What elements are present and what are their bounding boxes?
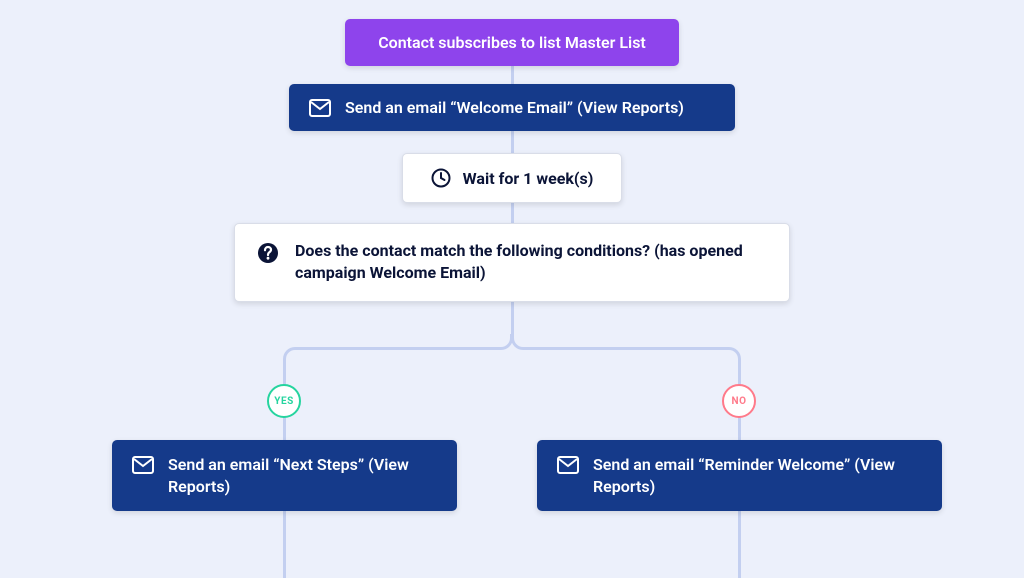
branch-yes-pill: YES	[267, 384, 301, 418]
connector-horizontal	[524, 347, 728, 350]
branch-no-label: NO	[732, 396, 747, 407]
automation-flowchart: YES NO Contact subscribes to list Master…	[0, 0, 1024, 577]
trigger-label: Contact subscribes to list Master List	[378, 33, 646, 52]
trigger-node[interactable]: Contact subscribes to list Master List	[345, 19, 679, 66]
branch-yes-label: YES	[274, 396, 293, 407]
branch-no-pill: NO	[722, 384, 756, 418]
wait-label: Wait for 1 week(s)	[463, 169, 594, 188]
connector	[511, 131, 514, 153]
envelope-icon	[132, 456, 154, 474]
email-node-next-steps[interactable]: Send an email “Next Steps” (View Reports…	[112, 440, 457, 511]
connector	[511, 201, 514, 223]
envelope-icon	[309, 99, 331, 117]
email-label: Send an email “Welcome Email” (View Repo…	[345, 98, 684, 117]
email-label: Send an email “Next Steps” (View Reports…	[168, 454, 428, 497]
clock-icon	[431, 168, 451, 188]
envelope-icon	[557, 456, 579, 474]
connector	[738, 508, 741, 578]
question-icon	[257, 242, 279, 264]
email-node-reminder-welcome[interactable]: Send an email “Reminder Welcome” (View R…	[537, 440, 942, 511]
condition-label: Does the contact match the following con…	[295, 240, 765, 285]
email-node-welcome[interactable]: Send an email “Welcome Email” (View Repo…	[289, 84, 735, 131]
connector	[511, 302, 514, 334]
connector-horizontal	[296, 347, 500, 350]
connector	[283, 508, 286, 578]
condition-node[interactable]: Does the contact match the following con…	[234, 223, 790, 302]
email-label: Send an email “Reminder Welcome” (View R…	[593, 454, 913, 497]
wait-node[interactable]: Wait for 1 week(s)	[402, 153, 622, 203]
